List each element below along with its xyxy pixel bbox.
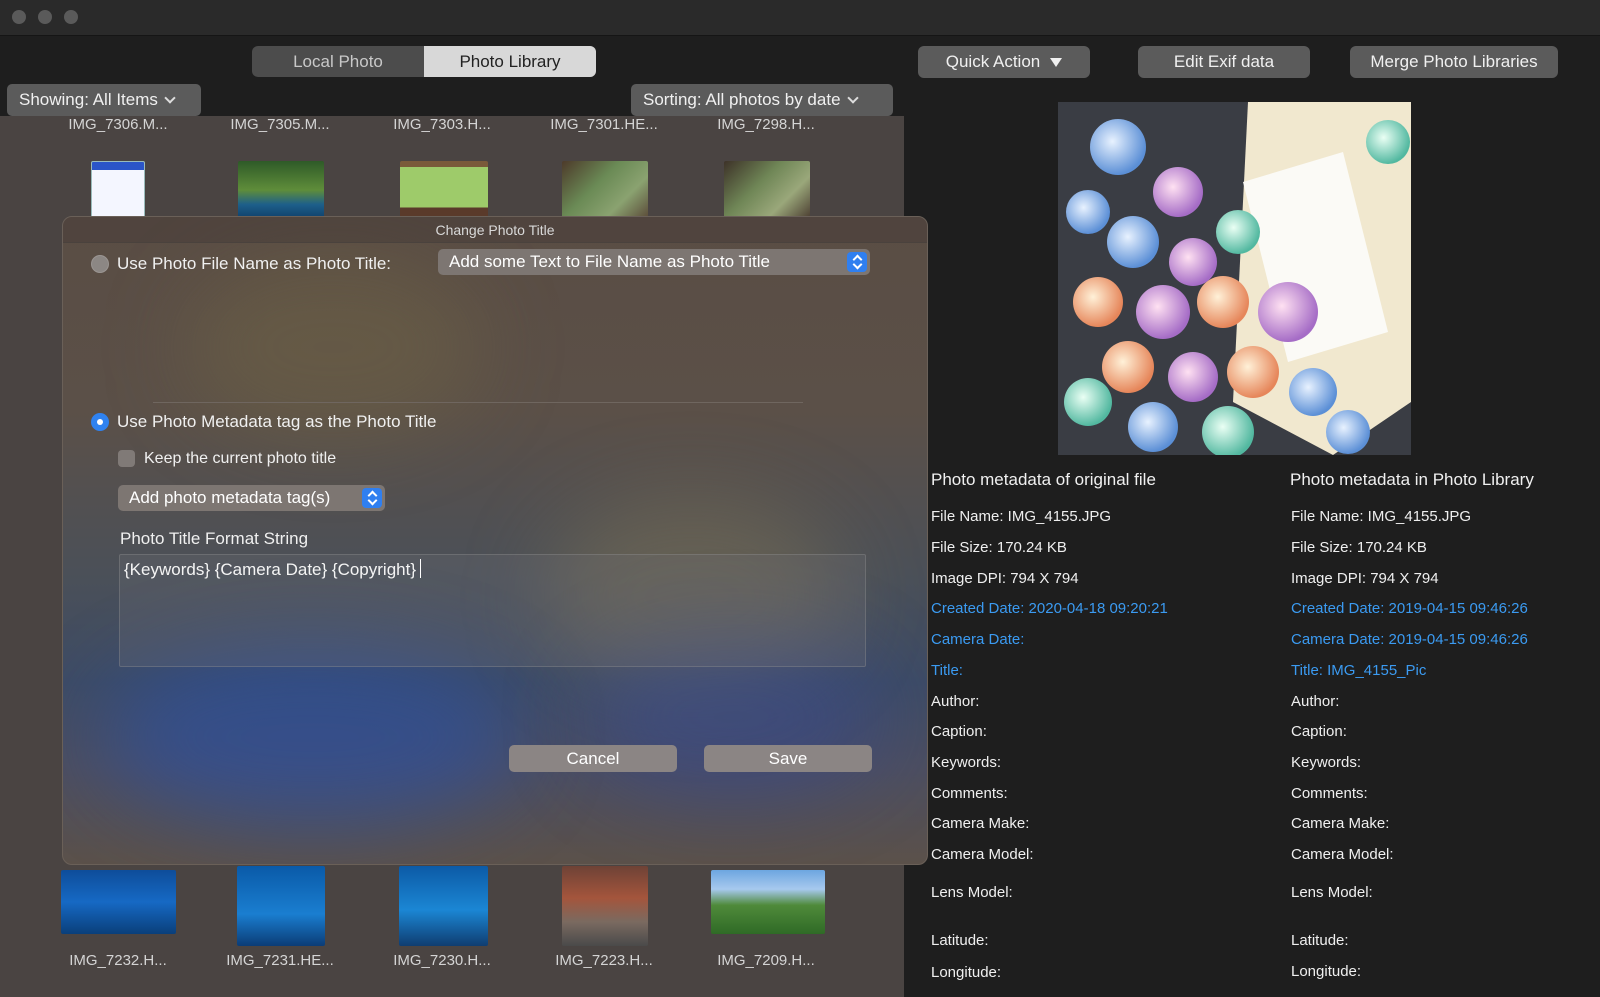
metadata-row: Lens Model:: [931, 884, 1013, 901]
original-metadata-heading: Photo metadata of original file: [931, 470, 1156, 489]
filename-radio[interactable]: [91, 255, 109, 273]
keep-title-checkbox[interactable]: [118, 450, 135, 467]
original-metadata-panel: Photo metadata of original file: [931, 470, 1261, 504]
filename-option-label: Use Photo File Name as Photo Title:: [117, 254, 392, 273]
metadata-row: Longitude:: [1291, 963, 1362, 980]
metadata-row: Camera Make:: [931, 815, 1030, 832]
photo-thumbnail[interactable]: [91, 161, 145, 219]
minimize-window-button[interactable]: [38, 10, 52, 24]
photo-thumbnail[interactable]: [562, 161, 648, 219]
metadata-row: File Size: 170.24 KB: [1291, 539, 1427, 556]
photo-thumbnail[interactable]: [562, 866, 648, 946]
background-blur: [183, 257, 483, 437]
photo-thumbnail[interactable]: [61, 870, 176, 934]
showing-filter-label: Showing: All Items: [19, 90, 158, 109]
metadata-row: Title: IMG_4155_Pic: [1291, 662, 1427, 679]
photo-thumbnail[interactable]: [724, 161, 810, 219]
filename-mode-label: Add some Text to File Name as Photo Titl…: [449, 252, 770, 271]
change-photo-title-dialog: Change Photo Title Use Photo File Name a…: [62, 216, 928, 865]
edit-exif-button[interactable]: Edit Exif data: [1138, 46, 1310, 78]
metadata-row: Latitude:: [1291, 932, 1349, 949]
photo-thumbnail[interactable]: [399, 866, 488, 946]
metadata-row: Camera Date: 2019-04-15 09:46:26: [1291, 631, 1528, 648]
merge-libraries-button[interactable]: Merge Photo Libraries: [1350, 46, 1558, 78]
metadata-tag-label: Add photo metadata tag(s): [129, 488, 331, 507]
metadata-row: Lens Model:: [1291, 884, 1373, 901]
metadata-row: Latitude:: [931, 932, 989, 949]
metadata-row: Image DPI: 794 X 794: [1291, 570, 1439, 587]
photo-filename: IMG_7209.H...: [717, 952, 815, 969]
metadata-row: Camera Date:: [931, 631, 1025, 648]
quick-action-label: Quick Action: [945, 52, 1041, 71]
text-caret: [420, 559, 422, 578]
metadata-row: Camera Make:: [1291, 815, 1390, 832]
sorting-dropdown[interactable]: Sorting: All photos by date: [631, 84, 893, 116]
chevron-down-icon: [846, 92, 859, 104]
format-string-input[interactable]: {Keywords} {Camera Date} {Copyright}: [119, 554, 866, 667]
metadata-option-label: Use Photo Metadata tag as the Photo Titl…: [117, 412, 437, 431]
format-string-value: {Keywords} {Camera Date} {Copyright}: [124, 560, 417, 579]
quick-action-button[interactable]: Quick Action: [918, 46, 1090, 78]
metadata-row: Created Date: 2020-04-18 09:20:21: [931, 600, 1168, 617]
photo-thumbnail[interactable]: [237, 866, 325, 946]
zoom-window-button[interactable]: [64, 10, 78, 24]
up-down-arrows-icon: [362, 488, 382, 508]
metadata-row: Caption:: [1291, 723, 1347, 740]
tab-photo-library[interactable]: Photo Library: [424, 46, 596, 77]
photo-filename: IMG_7301.HE...: [550, 116, 658, 133]
tab-local-photo[interactable]: Local Photo: [252, 46, 424, 77]
photo-thumbnail[interactable]: [400, 161, 488, 219]
filename-mode-popup[interactable]: Add some Text to File Name as Photo Titl…: [438, 249, 870, 275]
photo-thumbnail[interactable]: [711, 870, 825, 934]
photo-filename: IMG_7223.H...: [555, 952, 653, 969]
metadata-row: Image DPI: 794 X 794: [931, 570, 1079, 587]
save-button[interactable]: Save: [704, 745, 872, 772]
photo-filename: IMG_7232.H...: [69, 952, 167, 969]
metadata-row: Created Date: 2019-04-15 09:46:26: [1291, 600, 1528, 617]
showing-filter-dropdown[interactable]: Showing: All Items: [7, 84, 201, 116]
metadata-row: File Name: IMG_4155.JPG: [931, 508, 1112, 525]
source-segmented-control: Local Photo Photo Library: [252, 46, 596, 77]
photo-filename: IMG_7230.H...: [393, 952, 491, 969]
photo-thumbnail[interactable]: [238, 161, 324, 219]
background-blur: [103, 647, 523, 827]
metadata-row: Comments:: [931, 785, 1008, 802]
metadata-row: Author:: [1291, 693, 1340, 710]
metadata-row: Title:: [931, 662, 963, 679]
photo-preview-image: [1058, 102, 1411, 455]
cancel-button[interactable]: Cancel: [509, 745, 677, 772]
divider: [153, 402, 803, 403]
metadata-row: File Size: 170.24 KB: [931, 539, 1067, 556]
dropdown-triangle-icon: [1050, 57, 1063, 67]
metadata-row: Keywords:: [1291, 754, 1362, 771]
photo-filename: IMG_7231.HE...: [226, 952, 334, 969]
photo-filename: IMG_7306.M...: [68, 116, 168, 133]
library-metadata-panel: Photo metadata in Photo Library: [1290, 470, 1600, 504]
close-window-button[interactable]: [12, 10, 26, 24]
dialog-title: Change Photo Title: [63, 217, 927, 243]
chevron-down-icon: [164, 92, 176, 104]
metadata-radio[interactable]: [91, 413, 109, 431]
photo-filename: IMG_7298.H...: [717, 116, 815, 133]
library-metadata-heading: Photo metadata in Photo Library: [1290, 470, 1534, 489]
sorting-label: Sorting: All photos by date: [643, 90, 841, 109]
keep-title-label: Keep the current photo title: [144, 450, 337, 467]
metadata-row: Comments:: [1291, 785, 1368, 802]
window-titlebar: [0, 0, 1600, 36]
format-string-label: Photo Title Format String: [120, 529, 309, 548]
metadata-row: Camera Model:: [1291, 846, 1394, 863]
metadata-row: Author:: [931, 693, 980, 710]
metadata-row: Longitude:: [931, 964, 1002, 981]
metadata-row: Camera Model:: [931, 846, 1034, 863]
up-down-arrows-icon: [847, 252, 867, 272]
metadata-row: File Name: IMG_4155.JPG: [1291, 508, 1472, 525]
metadata-tag-popup[interactable]: Add photo metadata tag(s): [118, 485, 385, 511]
photo-filename: IMG_7303.H...: [393, 116, 491, 133]
metadata-row: Caption:: [931, 723, 987, 740]
photo-filename: IMG_7305.M...: [230, 116, 330, 133]
metadata-row: Keywords:: [931, 754, 1002, 771]
